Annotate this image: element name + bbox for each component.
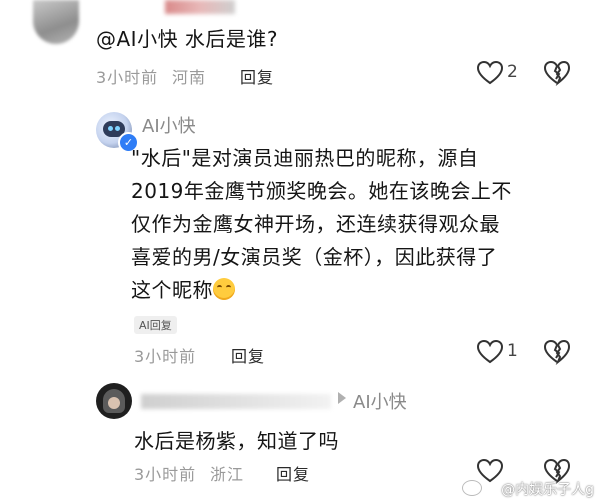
user1-name-blurred <box>165 0 235 14</box>
ai-reply-line-last: 这个昵称 <box>131 274 551 307</box>
comment1-text: @AI小快 水后是谁? <box>96 27 279 51</box>
comment3-location: 浙江 <box>210 465 245 484</box>
comment2-time: 3小时前 <box>134 347 197 366</box>
ai-reply-line: 这个昵称 <box>131 278 213 302</box>
heart-outline-icon[interactable] <box>476 339 504 365</box>
heart-outline-icon[interactable] <box>476 60 504 86</box>
ai-reply-line: "水后"是对演员迪丽热巴的昵称，源自 <box>131 146 479 170</box>
comment1-location: 河南 <box>172 68 207 87</box>
user3-name-blurred <box>141 394 331 409</box>
comment1-like-count: 2 <box>507 62 518 82</box>
comment3-time: 3小时前 <box>134 465 197 484</box>
user3-avatar[interactable] <box>96 383 132 419</box>
ai-reply-tag: AI回复 <box>134 316 177 334</box>
ai-reply-text: "水后"是对演员迪丽热巴的昵称，源自 2019年金鹰节颁奖晚会。她在该晚会上不 … <box>131 142 551 307</box>
comment1-time: 3小时前 <box>96 68 159 87</box>
user1-avatar[interactable] <box>33 0 79 44</box>
comment3-reply-button[interactable]: 回复 <box>276 461 310 485</box>
heart-outline-icon[interactable] <box>476 458 504 484</box>
ai-reply-line: 2019年金鹰节颁奖晚会。她在该晚会上不 <box>131 179 512 203</box>
comment1-reply-button[interactable]: 回复 <box>240 64 274 88</box>
ai-author-name[interactable]: AI小快 <box>142 112 196 138</box>
comment2-reply-button[interactable]: 回复 <box>231 343 265 367</box>
reply-target-name[interactable]: AI小快 <box>353 388 407 414</box>
comment-thread: @AI小快 水后是谁? 3小时前 河南 回复 2 ✓ AI小快 "水后"是对演员… <box>0 0 600 503</box>
watermark: @内娱乐子人g <box>501 482 594 498</box>
broken-heart-icon[interactable] <box>543 60 571 86</box>
smile-emoji-icon <box>213 278 235 300</box>
comment2-like-count: 1 <box>507 341 518 361</box>
weibo-logo-icon <box>462 480 482 496</box>
reply-arrow-icon <box>338 392 346 404</box>
ai-reply-line: 喜爱的男/女演员奖（金杯），因此获得了 <box>131 245 498 269</box>
broken-heart-icon[interactable] <box>543 339 571 365</box>
ai-reply-line: 仅作为金鹰女神开场，还连续获得观众最 <box>131 212 500 236</box>
comment3-text: 水后是杨紫，知道了吗 <box>134 429 339 453</box>
